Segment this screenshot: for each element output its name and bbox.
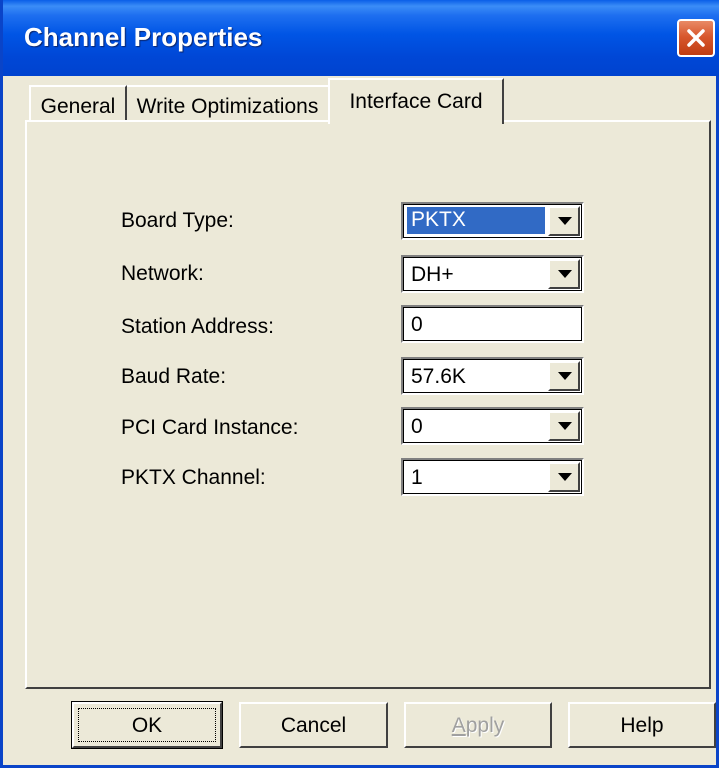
- ok-button[interactable]: OK: [71, 701, 223, 749]
- chevron-down-icon: [558, 473, 572, 481]
- chevron-down-icon: [558, 270, 572, 278]
- tab-write-optimizations[interactable]: Write Optimizations: [127, 85, 330, 121]
- close-x-icon: [687, 29, 705, 47]
- chevron-down-icon: [558, 422, 572, 430]
- cancel-button[interactable]: Cancel: [239, 702, 388, 748]
- network-dropdown-button[interactable]: [548, 259, 580, 289]
- baud-rate-label: Baud Rate:: [121, 365, 227, 388]
- help-button[interactable]: Help: [568, 702, 716, 748]
- pci-card-instance-label: PCI Card Instance:: [121, 416, 299, 439]
- network-label: Network:: [121, 262, 204, 285]
- pci-card-instance-dropdown-button[interactable]: [548, 411, 580, 441]
- interface-card-panel: [25, 120, 711, 689]
- tab-general-label: General: [40, 95, 116, 118]
- title-bar[interactable]: Channel Properties: [3, 0, 719, 76]
- tab-general[interactable]: General: [29, 85, 127, 121]
- cancel-button-label: Cancel: [280, 714, 347, 737]
- apply-button-label: Apply: [451, 714, 505, 737]
- tab-interface-card[interactable]: Interface Card: [328, 78, 504, 124]
- baud-rate-dropdown[interactable]: 57.6K: [401, 357, 584, 395]
- pci-card-instance-value: 0: [411, 415, 423, 438]
- ok-button-label: OK: [131, 714, 163, 737]
- network-dropdown[interactable]: DH+: [401, 255, 584, 293]
- board-type-label: Board Type:: [121, 209, 234, 232]
- chevron-down-icon: [558, 372, 572, 380]
- chevron-down-icon: [558, 217, 572, 225]
- station-address-input[interactable]: 0: [401, 305, 584, 343]
- close-button[interactable]: [677, 19, 715, 57]
- pktx-channel-value: 1: [411, 466, 423, 489]
- window-title: Channel Properties: [24, 22, 263, 52]
- tab-write-optimizations-label: Write Optimizations: [136, 95, 319, 118]
- apply-button[interactable]: Apply: [404, 702, 552, 748]
- pktx-channel-label: PKTX Channel:: [121, 466, 266, 489]
- pktx-channel-dropdown-button[interactable]: [548, 462, 580, 492]
- board-type-value: PKTX: [407, 207, 545, 234]
- station-address-label: Station Address:: [121, 315, 274, 338]
- network-value: DH+: [411, 263, 454, 286]
- baud-rate-value: 57.6K: [411, 365, 466, 388]
- board-type-dropdown-button[interactable]: [548, 206, 580, 236]
- board-type-dropdown[interactable]: PKTX: [401, 202, 584, 240]
- station-address-value: 0: [411, 313, 423, 336]
- channel-properties-dialog: Channel Properties General Write Optimiz…: [0, 0, 719, 768]
- tab-interface-card-label: Interface Card: [349, 90, 483, 113]
- pktx-channel-dropdown[interactable]: 1: [401, 458, 584, 496]
- pci-card-instance-dropdown[interactable]: 0: [401, 407, 584, 445]
- baud-rate-dropdown-button[interactable]: [548, 361, 580, 391]
- help-button-label: Help: [620, 714, 664, 737]
